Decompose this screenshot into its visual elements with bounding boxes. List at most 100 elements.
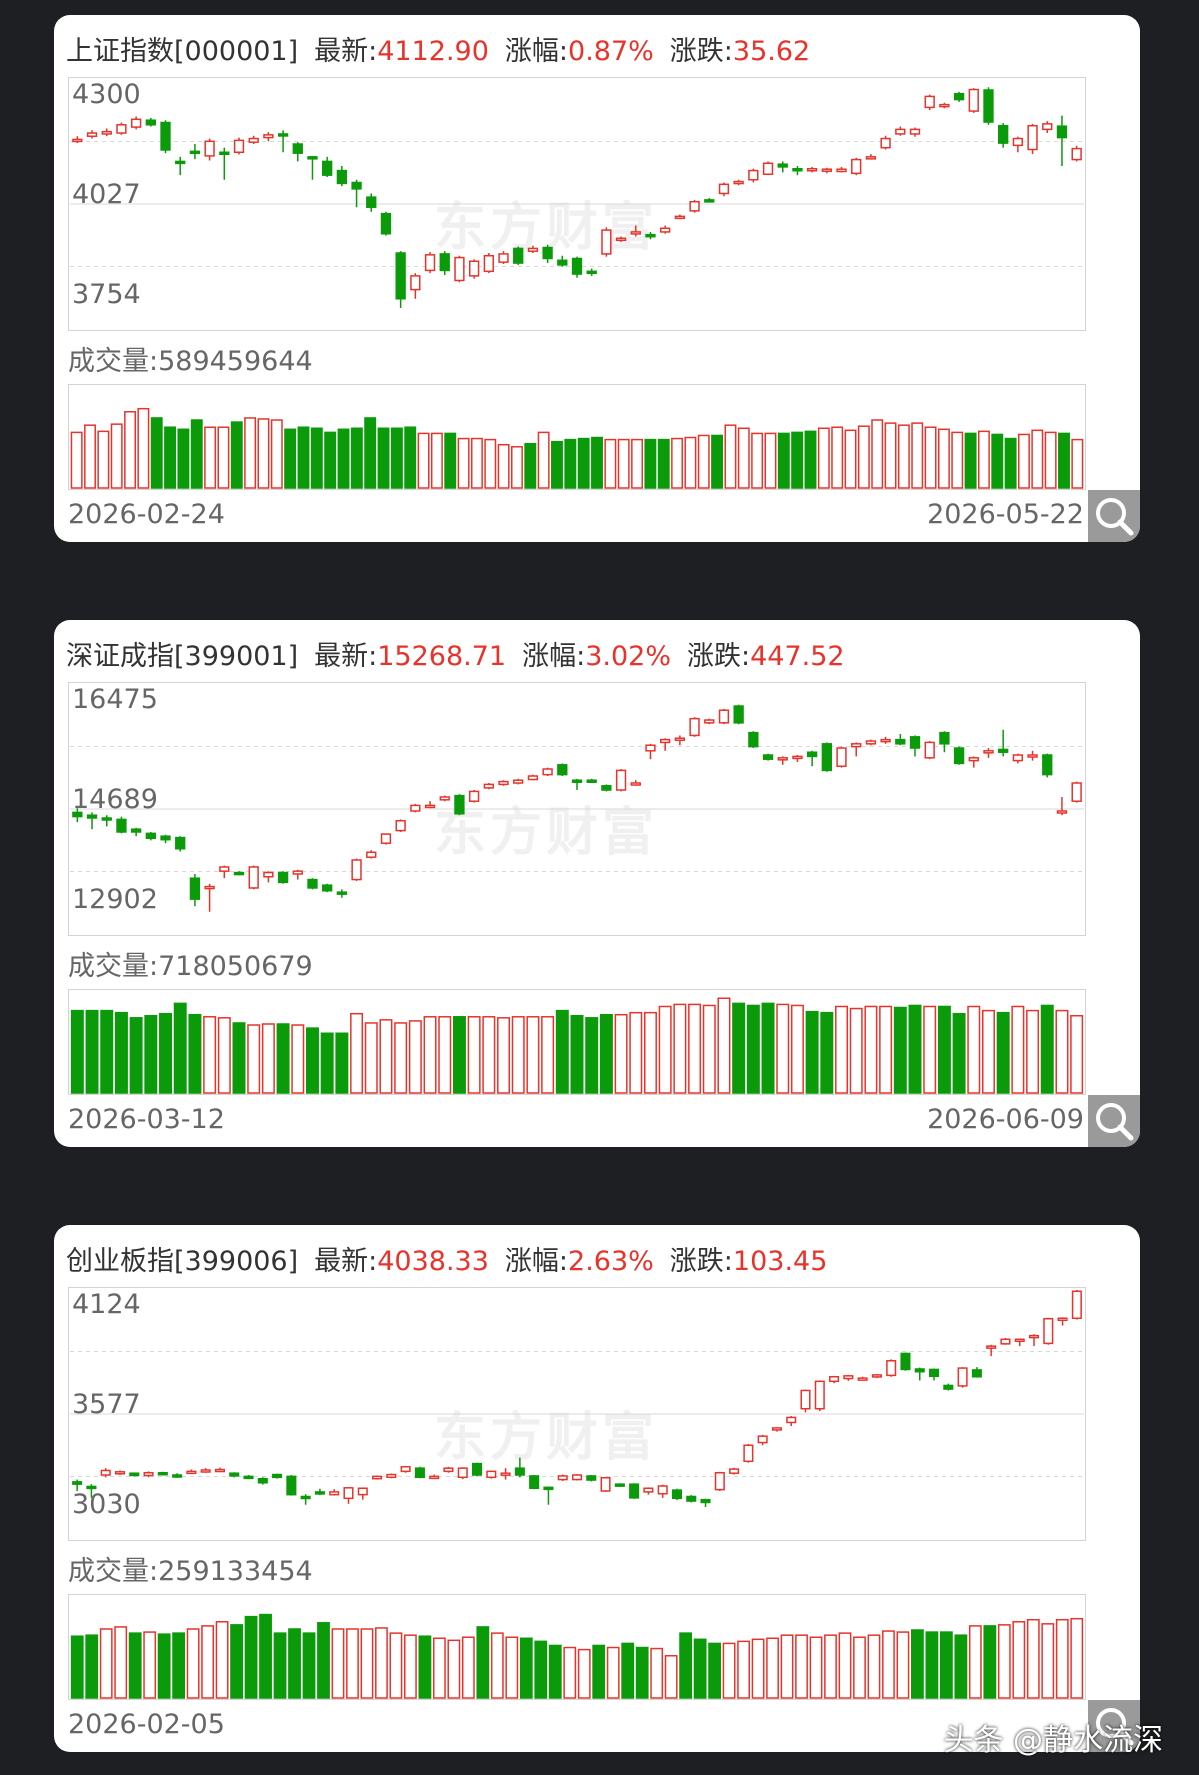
candle-body — [1012, 754, 1024, 762]
candle-body — [336, 169, 348, 185]
candle-body — [792, 755, 803, 760]
candle-body — [443, 1467, 454, 1473]
candle-body — [689, 200, 700, 212]
candle-body — [851, 743, 862, 748]
candle-body — [630, 231, 641, 235]
index-card-cyb: 创业板指[399006] 最新:4038.33 涨幅:2.63% 涨跌:103.45 … — [54, 1225, 1140, 1752]
candle-body — [900, 1352, 911, 1371]
candle-body — [939, 103, 950, 108]
candle-body — [786, 1416, 797, 1424]
candle-body — [657, 1485, 668, 1495]
candle-body — [865, 740, 877, 745]
candle-body — [968, 88, 979, 112]
zoom-button[interactable] — [1088, 1095, 1140, 1147]
y-tick-mid: 4027 — [72, 179, 141, 210]
candle-body — [586, 270, 597, 275]
y-tick-mid: 3577 — [72, 1389, 141, 1420]
candle-body — [542, 768, 553, 776]
y-tick-mid: 14689 — [72, 784, 158, 815]
candle-body — [513, 779, 524, 784]
candle-body — [674, 737, 686, 741]
candle-body — [116, 818, 127, 833]
candle-body — [557, 1475, 568, 1481]
candle-body — [272, 1473, 283, 1479]
candle-body — [895, 128, 906, 135]
candle-body — [704, 199, 715, 203]
volume-frame — [68, 1594, 1086, 1700]
search-icon — [1096, 1103, 1134, 1141]
candle-body — [762, 162, 774, 175]
candle-body — [953, 92, 965, 101]
candle-body — [277, 133, 289, 137]
candle-body — [600, 1477, 611, 1492]
candle-body — [514, 1467, 525, 1476]
candle-body — [86, 814, 98, 819]
candle-body — [343, 1487, 354, 1500]
candle-body — [1056, 125, 1068, 139]
candle-body — [380, 212, 392, 235]
candle-body — [527, 247, 539, 252]
candle-body — [571, 779, 583, 783]
candle-body — [615, 769, 627, 791]
candle-body — [748, 731, 759, 748]
start-date: 2026-02-05 — [68, 1709, 225, 1740]
candle-body — [219, 866, 230, 872]
candle-body — [233, 139, 245, 154]
candle-body — [718, 183, 730, 195]
candle-body — [986, 1345, 997, 1349]
candle-body — [116, 124, 127, 134]
candle-body — [629, 1483, 640, 1499]
candle-body — [329, 1491, 340, 1496]
candle-body — [130, 118, 142, 128]
candle-body — [557, 259, 568, 266]
candle-body — [186, 1470, 197, 1475]
candle-body — [645, 744, 656, 752]
candle-body — [263, 134, 274, 139]
candle-body — [843, 1375, 854, 1380]
candle-body — [998, 748, 1009, 753]
candle-body — [357, 1487, 368, 1496]
candle-body — [998, 124, 1009, 144]
candle-body — [189, 150, 201, 155]
candle-body — [214, 1468, 225, 1473]
candle-body — [983, 750, 994, 754]
candle-body — [929, 1368, 940, 1378]
candle-body — [762, 754, 774, 760]
candle-body — [971, 1369, 982, 1378]
zoom-button[interactable] — [1088, 490, 1140, 542]
candle-body — [733, 705, 744, 724]
candle-body — [571, 257, 583, 275]
y-tick-top: 4124 — [72, 1289, 141, 1320]
candle-body — [292, 870, 303, 875]
candle-body — [307, 878, 318, 889]
candle-body — [1014, 1338, 1025, 1343]
candle-body — [806, 751, 818, 758]
candle-body — [909, 128, 921, 135]
candle-body — [601, 785, 612, 791]
index-card-sh: 上证指数[000001] 最新:4112.90 涨幅:0.87% 涨跌:35.62 东… — [54, 15, 1140, 542]
candle-body — [372, 1475, 383, 1480]
candle-body — [529, 1475, 540, 1490]
candle-body — [314, 1491, 325, 1495]
candle-body — [157, 1471, 168, 1476]
candle-body — [351, 859, 362, 881]
candle-body — [645, 233, 656, 238]
volume-label: 成交量:718050679 — [68, 951, 313, 982]
candle-body — [771, 1427, 782, 1431]
candle-body — [1056, 810, 1068, 814]
candle-body — [1071, 147, 1082, 161]
candle-body — [660, 227, 671, 233]
candle-body — [229, 1472, 240, 1477]
candle-body — [454, 794, 465, 815]
candle-body — [643, 1487, 654, 1493]
candle-body — [686, 1495, 697, 1502]
candle-body — [175, 836, 186, 850]
y-tick-bottom: 3754 — [72, 279, 141, 310]
candle-body — [204, 885, 215, 890]
footer-watermark: 头条 @静水流深 — [943, 1723, 1163, 1758]
candle-body — [733, 180, 744, 185]
candle-body — [439, 253, 450, 272]
y-tick-bottom: 12902 — [72, 884, 158, 915]
candle-body — [145, 119, 156, 126]
candle-body — [714, 1471, 725, 1491]
